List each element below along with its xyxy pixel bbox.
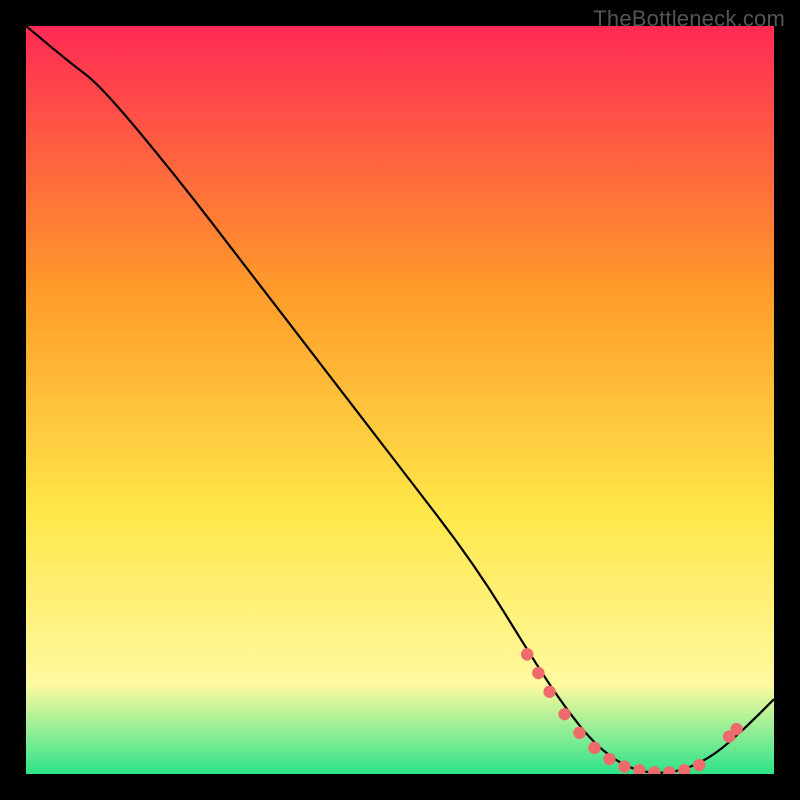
data-marker: [730, 723, 742, 735]
data-marker: [618, 760, 630, 772]
chart-svg: [26, 26, 774, 774]
data-marker: [543, 686, 555, 698]
plot-area: [26, 26, 774, 774]
data-marker: [603, 753, 615, 765]
gradient-background: [26, 26, 774, 774]
data-marker: [588, 742, 600, 754]
data-marker: [693, 759, 705, 771]
data-marker: [558, 708, 570, 720]
data-marker: [573, 727, 585, 739]
data-marker: [521, 648, 533, 660]
data-marker: [532, 667, 544, 679]
chart-frame: TheBottleneck.com: [0, 0, 800, 800]
